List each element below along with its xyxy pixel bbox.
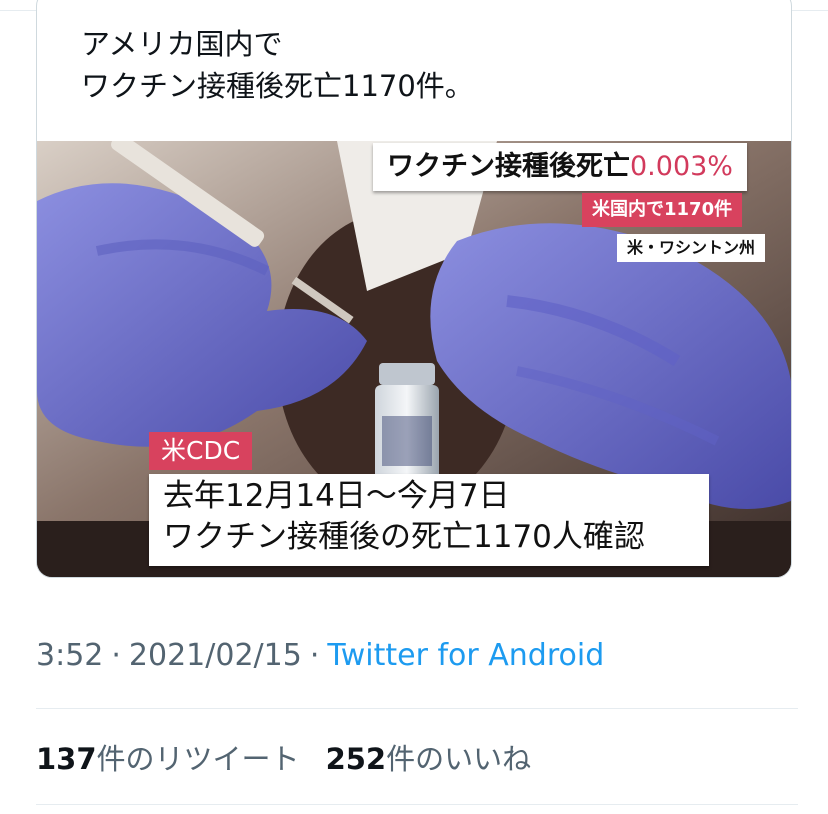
caption-bottom-summary: 去年12月14日～今月7日 ワクチン接種後の死亡1170人確認 bbox=[149, 474, 709, 566]
caption-source-tag: 米CDC bbox=[149, 432, 253, 470]
meta-separator: · bbox=[309, 638, 320, 673]
tweet-stats: 137件のリツイート 252件のいいね bbox=[36, 738, 557, 780]
caption-percent: 0.003% bbox=[630, 151, 733, 182]
divider bbox=[36, 708, 798, 709]
tweet-meta: 3:52 · 2021/02/15 · Twitter for Android bbox=[36, 636, 604, 676]
meta-separator: · bbox=[111, 638, 121, 673]
news-video-thumbnail[interactable]: ワクチン接種後死亡0.003% 米国内で1170件 米・ワシントン州 米CDC … bbox=[37, 141, 791, 577]
likes-count: 252 bbox=[325, 742, 387, 776]
caption-location: 米・ワシントン州 bbox=[617, 234, 766, 262]
caption-main-text: ワクチン接種後死亡 bbox=[387, 151, 630, 182]
retweets-label: 件のリツイート bbox=[96, 742, 300, 776]
tweet-date[interactable]: 2021/02/15 bbox=[129, 638, 302, 673]
quoted-tweet-card[interactable]: アメリカ国内で ワクチン接種後死亡1170件。 ワクチン接種後死亡0.003% … bbox=[36, 0, 792, 578]
divider bbox=[36, 804, 798, 805]
caption-vaccine-death-rate: ワクチン接種後死亡0.003% bbox=[373, 143, 747, 191]
tweet-time[interactable]: 3:52 bbox=[36, 638, 103, 673]
likes-stat[interactable]: 252件のいいね bbox=[326, 738, 532, 780]
caption-us-count: 米国内で1170件 bbox=[582, 193, 743, 227]
retweets-count: 137 bbox=[36, 742, 97, 776]
tweet-source-link[interactable]: Twitter for Android bbox=[327, 638, 604, 673]
retweets-stat[interactable]: 137件のリツイート bbox=[36, 738, 300, 780]
likes-label: 件のいいね bbox=[386, 742, 532, 776]
quoted-tweet-text: アメリカ国内で ワクチン接種後死亡1170件。 bbox=[81, 27, 474, 103]
